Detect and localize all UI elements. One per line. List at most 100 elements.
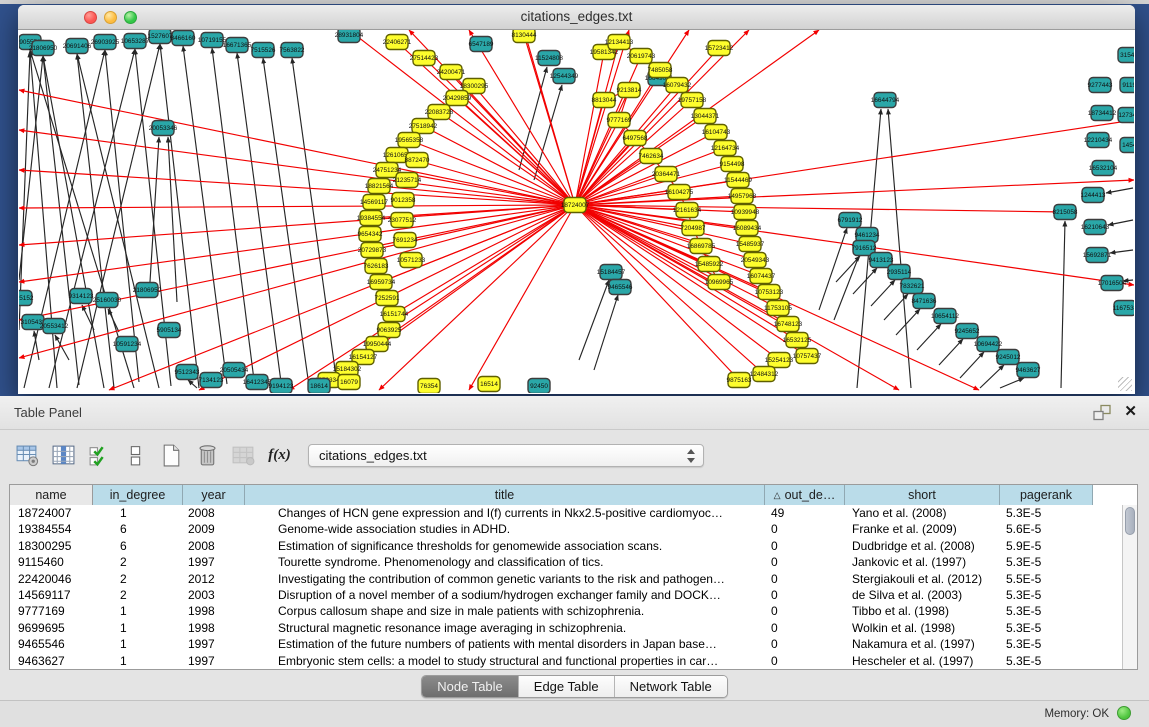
table-cell[interactable]: 0 bbox=[765, 538, 845, 554]
graph-node[interactable]: 23077512 bbox=[388, 213, 417, 228]
table-cell[interactable]: Investigating the contribution of common… bbox=[245, 571, 765, 587]
graph-node[interactable]: 2935114 bbox=[887, 265, 912, 280]
graph-node[interactable]: 76354 bbox=[418, 379, 440, 394]
graph-node[interactable]: 9194123 bbox=[269, 379, 294, 394]
graph-node[interactable]: 14957968 bbox=[728, 189, 757, 204]
graph-node[interactable]: 9463627 bbox=[1016, 363, 1041, 378]
table-cell[interactable]: 2 bbox=[93, 571, 183, 587]
table-settings-button[interactable] bbox=[14, 442, 41, 469]
table-cell[interactable]: Nakamura et al. (1997) bbox=[845, 636, 1000, 652]
graph-node[interactable]: 15723412 bbox=[705, 41, 734, 56]
table-row[interactable]: 977716911998Corpus callosum shape and si… bbox=[10, 603, 1122, 619]
graph-node[interactable]: 6547189 bbox=[469, 37, 494, 52]
graph-node[interactable]: 8466160 bbox=[171, 31, 196, 46]
table-cell[interactable]: 6 bbox=[93, 538, 183, 554]
graph-node[interactable]: 7134123 bbox=[199, 373, 224, 388]
graph-node[interactable]: 16959734 bbox=[367, 275, 396, 290]
table-cell[interactable]: 22420046 bbox=[10, 571, 93, 587]
graph-node[interactable]: 9805152 bbox=[19, 291, 34, 306]
graph-node[interactable]: 10753123 bbox=[755, 285, 784, 300]
graph-node[interactable]: 20619743 bbox=[627, 49, 656, 64]
table-cell[interactable]: de Silva et al. (2003) bbox=[845, 587, 1000, 603]
table-cell[interactable]: Structural magnetic resonance image aver… bbox=[245, 620, 765, 636]
column-header-out_de[interactable]: △out_de… bbox=[765, 485, 845, 505]
graph-node[interactable]: 12134413 bbox=[605, 35, 634, 50]
table-cell[interactable]: 1997 bbox=[183, 554, 245, 570]
graph-node[interactable]: 9777169 bbox=[607, 113, 632, 128]
table-row[interactable]: 946554611997Estimation of the future num… bbox=[10, 636, 1122, 652]
table-cell[interactable]: 19384554 bbox=[10, 521, 93, 537]
row-selection-mode-button[interactable] bbox=[86, 442, 113, 469]
graph-node[interactable]: 18724007 bbox=[561, 198, 590, 213]
graph-node[interactable]: 20549343 bbox=[741, 253, 770, 268]
table-row[interactable]: 1872400712008Changes of HCN gene express… bbox=[10, 505, 1122, 521]
table-cell[interactable]: 0 bbox=[765, 653, 845, 669]
graph-node[interactable]: 21235714 bbox=[393, 173, 422, 188]
graph-node[interactable]: 20553412 bbox=[40, 319, 69, 334]
graph-node[interactable]: 20429859 bbox=[443, 91, 472, 106]
graph-node[interactable]: 127342 bbox=[1118, 108, 1134, 123]
table-cell[interactable]: 9465546 bbox=[10, 636, 93, 652]
table-cell[interactable]: 5.3E-5 bbox=[1000, 653, 1093, 669]
column-header-title[interactable]: title bbox=[245, 485, 765, 505]
graph-node[interactable]: 7626183 bbox=[364, 259, 389, 274]
table-cell[interactable]: 1 bbox=[93, 636, 183, 652]
table-row[interactable]: 969969511998Structural magnetic resonanc… bbox=[10, 620, 1122, 636]
table-cell[interactable]: 0 bbox=[765, 636, 845, 652]
table-cell[interactable]: 5.5E-5 bbox=[1000, 571, 1093, 587]
table-cell[interactable]: 0 bbox=[765, 554, 845, 570]
graph-node[interactable]: 9245652 bbox=[955, 324, 980, 339]
graph-node[interactable]: 8872470 bbox=[405, 153, 430, 168]
graph-node[interactable]: 21806950 bbox=[133, 283, 162, 298]
network-canvas[interactable]: 1905572421806950206914062690392510653287… bbox=[19, 30, 1134, 393]
graph-node[interactable]: 1167534 bbox=[1113, 301, 1134, 316]
import-table-disabled-button[interactable] bbox=[230, 442, 257, 469]
table-cell[interactable]: 1998 bbox=[183, 620, 245, 636]
table-row[interactable]: 946362711997Embryonic stem cells: a mode… bbox=[10, 653, 1122, 669]
table-cell[interactable]: Hescheler et al. (1997) bbox=[845, 653, 1000, 669]
table-cell[interactable]: 5.6E-5 bbox=[1000, 521, 1093, 537]
graph-node[interactable]: 13044371 bbox=[691, 109, 720, 124]
table-cell[interactable]: 9115460 bbox=[10, 554, 93, 570]
graph-node[interactable]: 15485937 bbox=[736, 237, 765, 252]
table-cell[interactable]: 2008 bbox=[183, 505, 245, 521]
column-header-in_degree[interactable]: in_degree bbox=[93, 485, 183, 505]
graph-node[interactable]: 7563822 bbox=[280, 43, 305, 58]
graph-node[interactable]: 14569117 bbox=[360, 195, 388, 210]
tab-node-table[interactable]: Node Table bbox=[422, 676, 519, 697]
graph-node[interactable]: 7462634 bbox=[639, 149, 664, 164]
graph-node[interactable]: 22406271 bbox=[383, 35, 412, 50]
table-cell[interactable]: 5.3E-5 bbox=[1000, 505, 1093, 521]
graph-node[interactable]: 20053346 bbox=[149, 121, 178, 136]
graph-node[interactable]: 10654112 bbox=[931, 309, 959, 324]
graph-node[interactable]: 19757158 bbox=[678, 93, 707, 108]
graph-node[interactable]: 9012358 bbox=[391, 193, 416, 208]
graph-node[interactable]: 20729873 bbox=[358, 243, 387, 258]
table-cell[interactable]: Tibbo et al. (1998) bbox=[845, 603, 1000, 619]
table-cell[interactable]: 5.3E-5 bbox=[1000, 620, 1093, 636]
graph-node[interactable]: 16671365 bbox=[223, 38, 252, 53]
column-header-year[interactable]: year bbox=[183, 485, 245, 505]
graph-node[interactable]: 9512343 bbox=[175, 365, 200, 380]
graph-node[interactable]: 9465546 bbox=[608, 280, 633, 295]
graph-node[interactable]: 7204987 bbox=[681, 221, 706, 236]
row-height-button[interactable] bbox=[122, 442, 149, 469]
graph-node[interactable]: 10757437 bbox=[793, 349, 822, 364]
graph-node[interactable]: 6497568 bbox=[623, 131, 648, 146]
column-visibility-button[interactable] bbox=[50, 442, 77, 469]
graph-node[interactable]: 16532104 bbox=[1089, 161, 1118, 176]
graph-node[interactable]: 91193 bbox=[1120, 78, 1134, 93]
table-cell[interactable]: Jankovic et al. (1997) bbox=[845, 554, 1000, 570]
graph-node[interactable]: 12161634 bbox=[673, 203, 702, 218]
graph-node[interactable]: 9277443 bbox=[1088, 78, 1113, 93]
table-cell[interactable]: 2012 bbox=[183, 571, 245, 587]
graph-node[interactable]: 15184457 bbox=[597, 265, 626, 280]
graph-node[interactable]: 7691234 bbox=[393, 233, 418, 248]
graph-node[interactable]: 7252591 bbox=[375, 291, 400, 306]
graph-node[interactable]: 25160030 bbox=[93, 293, 122, 308]
table-cell[interactable]: 9777169 bbox=[10, 603, 93, 619]
graph-node[interactable]: 10591234 bbox=[113, 337, 142, 352]
table-cell[interactable]: 1997 bbox=[183, 636, 245, 652]
graph-node[interactable]: 12164734 bbox=[711, 141, 740, 156]
graph-node[interactable]: 10939948 bbox=[731, 205, 760, 220]
